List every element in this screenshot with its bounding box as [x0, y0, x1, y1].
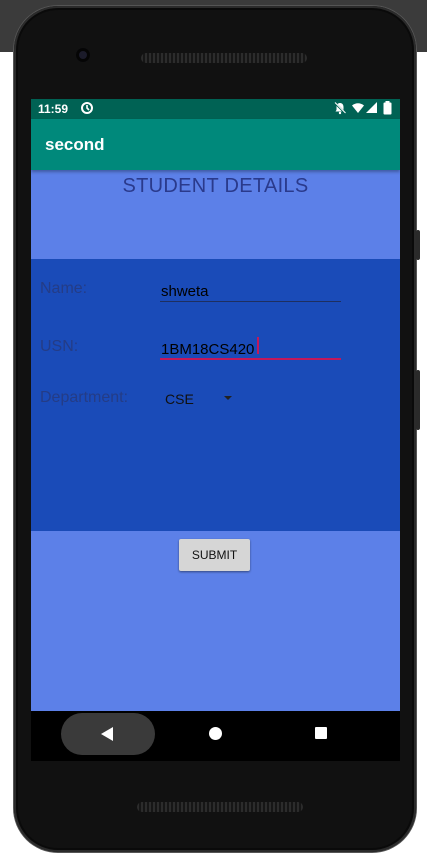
volume-button — [416, 230, 420, 260]
device-screen: 11:59 second STUDENT DETAILS Name: shwet… — [31, 99, 400, 761]
submit-button[interactable]: SUBMIT — [179, 539, 250, 571]
name-input-underline — [160, 301, 341, 302]
bottom-speaker — [137, 802, 303, 812]
app-bar: second — [31, 119, 400, 170]
name-input[interactable] — [161, 281, 339, 301]
usn-input[interactable] — [161, 339, 339, 359]
status-time: 11:59 — [38, 102, 69, 116]
battery-icon — [383, 101, 392, 115]
signal-icon — [366, 102, 377, 113]
app-title: second — [45, 135, 105, 154]
department-dropdown[interactable]: CSE — [159, 383, 239, 413]
department-selected: CSE — [165, 391, 194, 407]
status-bar: 11:59 — [31, 99, 400, 119]
sync-icon — [81, 102, 93, 114]
notifications-off-icon — [334, 102, 346, 115]
main-content: STUDENT DETAILS Name: USN: Department: C… — [31, 170, 400, 711]
front-camera — [76, 48, 90, 62]
page-title: STUDENT DETAILS — [122, 175, 309, 197]
usn-input-underline — [160, 358, 341, 360]
text-cursor — [257, 337, 259, 354]
department-label: Department: — [40, 389, 129, 406]
usn-label: USN: — [40, 338, 79, 355]
dropdown-arrow-icon — [224, 396, 232, 400]
name-label: Name: — [40, 280, 88, 297]
back-icon — [101, 727, 113, 741]
home-icon[interactable] — [209, 727, 222, 740]
student-form: Name: USN: Department: CSE — [31, 259, 400, 531]
wifi-icon — [352, 103, 364, 113]
navigation-bar — [31, 711, 400, 761]
power-button — [416, 370, 420, 430]
top-speaker — [141, 53, 307, 63]
recent-apps-icon[interactable] — [315, 727, 327, 739]
